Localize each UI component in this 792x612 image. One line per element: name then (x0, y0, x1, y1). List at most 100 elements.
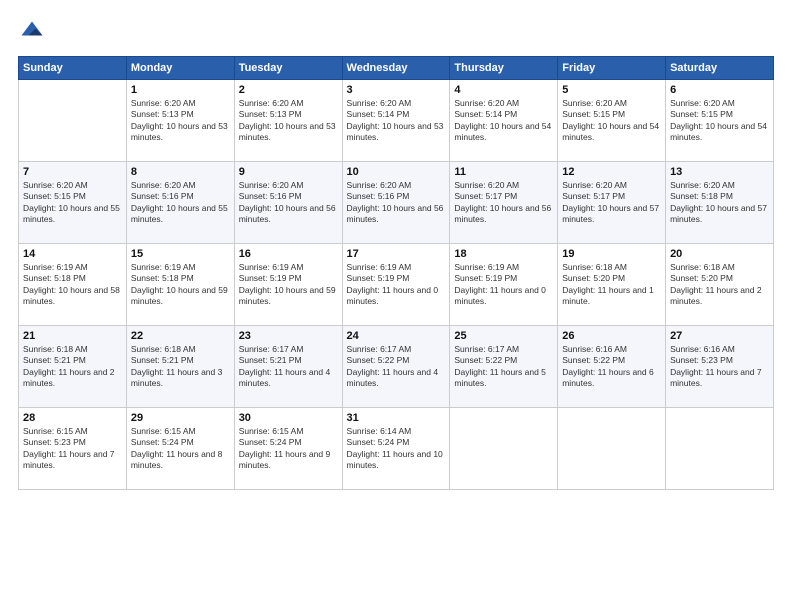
day-detail: Sunrise: 6:18 AMSunset: 5:20 PMDaylight:… (562, 262, 661, 308)
day-number: 3 (347, 84, 446, 96)
day-cell (558, 408, 666, 490)
day-cell: 14 Sunrise: 6:19 AMSunset: 5:18 PMDayligh… (19, 244, 127, 326)
day-cell: 2Sunrise: 6:20 AMSunset: 5:13 PMDaylight… (234, 80, 342, 162)
col-header-saturday: Saturday (666, 57, 774, 80)
day-number: 22 (131, 330, 230, 342)
day-cell: 19 Sunrise: 6:18 AMSunset: 5:20 PMDayligh… (558, 244, 666, 326)
week-row-4: 21 Sunrise: 6:18 AMSunset: 5:21 PMDayligh… (19, 326, 774, 408)
day-number: 31 (347, 412, 446, 424)
col-header-wednesday: Wednesday (342, 57, 450, 80)
day-number: 21 (23, 330, 122, 342)
day-detail: Sunrise: 6:18 AMSunset: 5:21 PMDaylight:… (23, 344, 122, 390)
col-header-tuesday: Tuesday (234, 57, 342, 80)
day-cell (450, 408, 558, 490)
day-number: 17 (347, 248, 446, 260)
day-number: 19 (562, 248, 661, 260)
page: SundayMondayTuesdayWednesdayThursdayFrid… (0, 0, 792, 612)
day-cell: 17 Sunrise: 6:19 AMSunset: 5:19 PMDayligh… (342, 244, 450, 326)
day-cell: 27 Sunrise: 6:16 AMSunset: 5:23 PMDayligh… (666, 326, 774, 408)
day-detail: Sunrise: 6:20 AMSunset: 5:16 PMDaylight:… (347, 180, 446, 226)
day-detail: Sunrise: 6:20 AMSunset: 5:15 PMDaylight:… (23, 180, 122, 226)
day-cell (19, 80, 127, 162)
day-detail: Sunrise: 6:20 AMSunset: 5:13 PMDaylight:… (131, 98, 230, 144)
day-number: 11 (454, 166, 553, 178)
day-number: 27 (670, 330, 769, 342)
day-number: 12 (562, 166, 661, 178)
day-number: 26 (562, 330, 661, 342)
day-cell: 28Sunrise: 6:15 AMSunset: 5:23 PMDayligh… (19, 408, 127, 490)
day-detail: Sunrise: 6:16 AMSunset: 5:23 PMDaylight:… (670, 344, 769, 390)
day-detail: Sunrise: 6:20 AMSunset: 5:17 PMDaylight:… (562, 180, 661, 226)
day-number: 20 (670, 248, 769, 260)
day-detail: Sunrise: 6:15 AMSunset: 5:24 PMDaylight:… (239, 426, 338, 472)
day-detail: Sunrise: 6:20 AMSunset: 5:17 PMDaylight:… (454, 180, 553, 226)
day-detail: Sunrise: 6:18 AMSunset: 5:20 PMDaylight:… (670, 262, 769, 308)
day-number: 10 (347, 166, 446, 178)
day-cell: 8 Sunrise: 6:20 AMSunset: 5:16 PMDaylight… (126, 162, 234, 244)
day-cell: 22Sunrise: 6:18 AMSunset: 5:21 PMDayligh… (126, 326, 234, 408)
day-cell: 1 Sunrise: 6:20 AMSunset: 5:13 PMDaylight… (126, 80, 234, 162)
day-detail: Sunrise: 6:20 AMSunset: 5:13 PMDaylight:… (239, 98, 338, 144)
day-number: 14 (23, 248, 122, 260)
day-detail: Sunrise: 6:17 AMSunset: 5:22 PMDaylight:… (347, 344, 446, 390)
day-cell: 5 Sunrise: 6:20 AMSunset: 5:15 PMDaylight… (558, 80, 666, 162)
logo-icon (18, 18, 46, 46)
day-cell: 20 Sunrise: 6:18 AMSunset: 5:20 PMDayligh… (666, 244, 774, 326)
day-number: 13 (670, 166, 769, 178)
day-number: 25 (454, 330, 553, 342)
day-detail: Sunrise: 6:20 AMSunset: 5:16 PMDaylight:… (131, 180, 230, 226)
col-header-sunday: Sunday (19, 57, 127, 80)
week-row-2: 7 Sunrise: 6:20 AMSunset: 5:15 PMDaylight… (19, 162, 774, 244)
day-cell: 15Sunrise: 6:19 AMSunset: 5:18 PMDayligh… (126, 244, 234, 326)
day-number: 23 (239, 330, 338, 342)
day-number: 16 (239, 248, 338, 260)
day-detail: Sunrise: 6:20 AMSunset: 5:15 PMDaylight:… (670, 98, 769, 144)
day-detail: Sunrise: 6:14 AMSunset: 5:24 PMDaylight:… (347, 426, 446, 472)
col-header-monday: Monday (126, 57, 234, 80)
day-cell: 7 Sunrise: 6:20 AMSunset: 5:15 PMDaylight… (19, 162, 127, 244)
day-number: 5 (562, 84, 661, 96)
day-detail: Sunrise: 6:19 AMSunset: 5:19 PMDaylight:… (454, 262, 553, 308)
calendar-table: SundayMondayTuesdayWednesdayThursdayFrid… (18, 56, 774, 490)
day-detail: Sunrise: 6:20 AMSunset: 5:15 PMDaylight:… (562, 98, 661, 144)
day-detail: Sunrise: 6:20 AMSunset: 5:14 PMDaylight:… (454, 98, 553, 144)
day-number: 18 (454, 248, 553, 260)
day-cell: 18 Sunrise: 6:19 AMSunset: 5:19 PMDayligh… (450, 244, 558, 326)
day-number: 7 (23, 166, 122, 178)
col-header-friday: Friday (558, 57, 666, 80)
day-detail: Sunrise: 6:17 AMSunset: 5:22 PMDaylight:… (454, 344, 553, 390)
day-detail: Sunrise: 6:19 AMSunset: 5:19 PMDaylight:… (239, 262, 338, 308)
day-cell: 21 Sunrise: 6:18 AMSunset: 5:21 PMDayligh… (19, 326, 127, 408)
day-cell: 29Sunrise: 6:15 AMSunset: 5:24 PMDayligh… (126, 408, 234, 490)
day-detail: Sunrise: 6:15 AMSunset: 5:23 PMDaylight:… (23, 426, 122, 472)
day-cell: 26Sunrise: 6:16 AMSunset: 5:22 PMDayligh… (558, 326, 666, 408)
day-cell: 3 Sunrise: 6:20 AMSunset: 5:14 PMDaylight… (342, 80, 450, 162)
day-cell: 13Sunrise: 6:20 AMSunset: 5:18 PMDayligh… (666, 162, 774, 244)
day-cell: 25 Sunrise: 6:17 AMSunset: 5:22 PMDayligh… (450, 326, 558, 408)
week-row-3: 14 Sunrise: 6:19 AMSunset: 5:18 PMDayligh… (19, 244, 774, 326)
day-cell: 23 Sunrise: 6:17 AMSunset: 5:21 PMDayligh… (234, 326, 342, 408)
day-cell: 16 Sunrise: 6:19 AMSunset: 5:19 PMDayligh… (234, 244, 342, 326)
day-detail: Sunrise: 6:19 AMSunset: 5:18 PMDaylight:… (23, 262, 122, 308)
day-number: 9 (239, 166, 338, 178)
day-number: 15 (131, 248, 230, 260)
day-detail: Sunrise: 6:20 AMSunset: 5:14 PMDaylight:… (347, 98, 446, 144)
col-header-thursday: Thursday (450, 57, 558, 80)
day-number: 6 (670, 84, 769, 96)
week-row-5: 28Sunrise: 6:15 AMSunset: 5:23 PMDayligh… (19, 408, 774, 490)
day-number: 24 (347, 330, 446, 342)
day-number: 8 (131, 166, 230, 178)
day-detail: Sunrise: 6:19 AMSunset: 5:19 PMDaylight:… (347, 262, 446, 308)
week-row-1: 1 Sunrise: 6:20 AMSunset: 5:13 PMDaylight… (19, 80, 774, 162)
day-cell: 24 Sunrise: 6:17 AMSunset: 5:22 PMDayligh… (342, 326, 450, 408)
day-cell: 9Sunrise: 6:20 AMSunset: 5:16 PMDaylight… (234, 162, 342, 244)
day-cell: 4 Sunrise: 6:20 AMSunset: 5:14 PMDaylight… (450, 80, 558, 162)
day-detail: Sunrise: 6:17 AMSunset: 5:21 PMDaylight:… (239, 344, 338, 390)
day-cell: 12 Sunrise: 6:20 AMSunset: 5:17 PMDayligh… (558, 162, 666, 244)
day-cell: 11 Sunrise: 6:20 AMSunset: 5:17 PMDayligh… (450, 162, 558, 244)
day-number: 1 (131, 84, 230, 96)
day-cell: 6 Sunrise: 6:20 AMSunset: 5:15 PMDaylight… (666, 80, 774, 162)
day-number: 30 (239, 412, 338, 424)
day-number: 4 (454, 84, 553, 96)
day-cell: 10 Sunrise: 6:20 AMSunset: 5:16 PMDayligh… (342, 162, 450, 244)
